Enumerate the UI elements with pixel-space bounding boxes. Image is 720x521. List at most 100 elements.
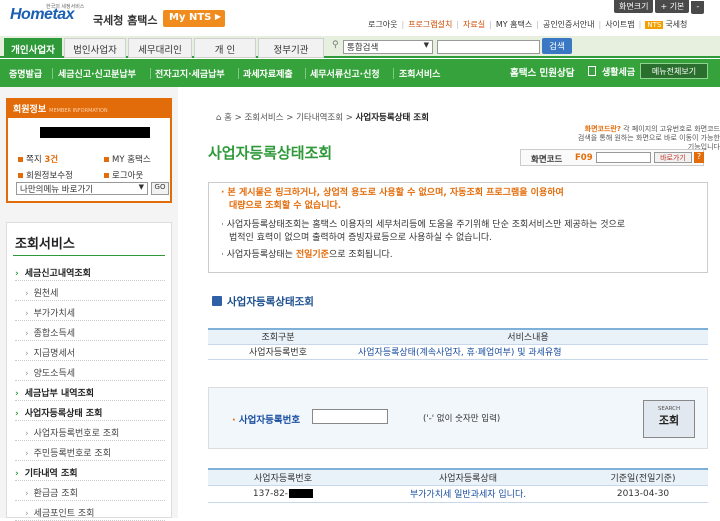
- breadcrumb-home[interactable]: 홈: [224, 113, 232, 123]
- archive-link[interactable]: 자료실: [463, 20, 485, 29]
- sidebar-item[interactable]: 부가가치세: [15, 302, 165, 321]
- hometax-logo[interactable]: Hometax 한국의 세정서비스: [10, 4, 88, 30]
- menu-e-notice[interactable]: 전자고지·세금납부: [155, 67, 225, 80]
- search-scope-select[interactable]: 통합검색 ▼: [343, 40, 433, 54]
- business-number-prefix: 137-82-: [252, 488, 289, 499]
- menu-tax-filing[interactable]: 세금신고·신고분납부: [58, 67, 136, 80]
- menu-certificate[interactable]: 증명발급: [9, 67, 42, 80]
- notice-info-3-highlight: 전일기준: [295, 250, 329, 260]
- sidebar-item[interactable]: 양도소득세: [15, 362, 165, 381]
- tab-government[interactable]: 정부기관: [258, 38, 324, 58]
- notes-count: 3건: [44, 155, 59, 165]
- chevron-down-icon: ▼: [423, 41, 429, 49]
- service-info-table: 조회구분 서비스내용 사업자등록번호 사업자등록상태(계속사업자, 휴·폐업여부…: [208, 328, 708, 360]
- zoom-in-button[interactable]: + 기본: [655, 0, 690, 13]
- service-menu-bar: 증명발급 세금신고·신고분납부 전자고지·세금납부 과세자료제출 세무서류신고·…: [0, 59, 720, 87]
- sidebar-item[interactable]: 지급명세서: [15, 342, 165, 361]
- sidebar-category[interactable]: 사업자등록상태 조회: [15, 402, 165, 421]
- tab-individual-business[interactable]: 개인사업자: [4, 38, 62, 58]
- sidebar-item[interactable]: 종합소득세: [15, 322, 165, 341]
- hometax-consult-link[interactable]: 홈택스 민원상담: [510, 65, 575, 79]
- bullet-icon: [18, 157, 23, 162]
- arrow-right-icon: ▶: [214, 12, 221, 21]
- logo-tagline: 한국의 세정서비스: [46, 4, 85, 10]
- bullet-icon: [104, 157, 109, 162]
- cert-guide-link[interactable]: 공인인증서안내: [543, 20, 595, 29]
- help-icon[interactable]: ?: [694, 152, 704, 163]
- edit-member-link[interactable]: 회원정보수정: [18, 169, 73, 181]
- screen-code-help-title: 화면코드란?: [584, 125, 621, 133]
- menu-inquiry[interactable]: 조회서비스: [399, 67, 440, 80]
- my-hometax-side-link[interactable]: MY 홈택스: [104, 153, 151, 165]
- member-info-subtitle: MEMBER INFORMATION: [49, 108, 108, 114]
- program-install-link[interactable]: 프로그램설치: [408, 20, 452, 29]
- search-form: · 사업자등록번호 ('-' 없이 숫자만 입력) SEARCH 조회: [208, 387, 708, 449]
- member-info-title: 회원정보: [13, 105, 47, 115]
- book-icon: [212, 296, 222, 306]
- tab-tax-agent[interactable]: 세무대리인: [128, 38, 192, 58]
- required-marker: ·: [232, 415, 236, 426]
- sidebar-item[interactable]: 세금포인트 조회: [15, 502, 165, 521]
- screen-code-help-text: 각 페이지의 고유번호로 화면코드: [623, 125, 720, 133]
- inquiry-button-ko: 조회: [658, 414, 680, 427]
- breadcrumb-current: 사업자등록상태 조회: [355, 113, 429, 123]
- table-row: 137-82- 부가가치세 일반과세자 입니다. 2013-04-30: [208, 485, 708, 503]
- sidebar-item[interactable]: 환급금 조회: [15, 482, 165, 501]
- notice-info-3-pre: · 사업자등록상태는: [221, 250, 296, 260]
- search-input[interactable]: [437, 40, 540, 54]
- notes-link[interactable]: 쪽지 3건: [18, 153, 58, 165]
- life-tax-link[interactable]: 생활세금: [602, 65, 635, 78]
- table-header: 사업자등록상태: [358, 469, 578, 486]
- table-cell: 사업자등록상태(계속사업자, 휴·폐업여부) 및 과세유형: [348, 344, 708, 360]
- table-cell: 사업자등록번호: [208, 344, 348, 360]
- menu-doc-apply[interactable]: 세무서류신고·신청: [310, 67, 380, 80]
- business-number-input[interactable]: [312, 409, 388, 424]
- screen-code-input[interactable]: [596, 152, 651, 163]
- top-bar: Hometax 한국의 세정서비스 국세청 홈택스 My NTS ▶ 화면크기 +…: [0, 0, 720, 36]
- quick-menu-select[interactable]: 나만의메뉴 바로가기 ▼: [16, 182, 148, 195]
- my-nts-button[interactable]: My NTS ▶: [163, 10, 225, 27]
- menu-data-submit[interactable]: 과세자료제출: [243, 67, 293, 80]
- search-button[interactable]: 검색: [542, 38, 572, 54]
- nts-link[interactable]: 국세청: [665, 20, 687, 29]
- table-header: 조회구분: [208, 329, 348, 345]
- quick-menu-value: 나만의메뉴 바로가기: [20, 185, 94, 195]
- screen-code-help: 화면코드란? 각 페이지의 고유번호로 화면코드 검색을 통해 원하는 화면으로…: [570, 125, 720, 152]
- tab-personal[interactable]: 개 인: [194, 38, 256, 58]
- side-logout-label: 로그아웃: [112, 171, 144, 181]
- sidebar-item[interactable]: 사업자등록번호로 조회: [15, 422, 165, 441]
- notes-label: 쪽지: [26, 155, 42, 165]
- search-scope-value: 통합검색: [347, 43, 379, 53]
- breadcrumb-other[interactable]: 기타내역조회: [296, 113, 343, 123]
- tab-corporate[interactable]: 법인사업자: [64, 38, 126, 58]
- section-title: 사업자등록상태조회: [227, 296, 314, 308]
- logout-link[interactable]: 로그아웃: [368, 20, 397, 29]
- sidebar-title: 조회서비스: [15, 237, 75, 252]
- breadcrumb-inquiry[interactable]: 조회서비스: [244, 113, 283, 123]
- home-icon[interactable]: ⌂: [216, 113, 221, 123]
- my-hometax-link[interactable]: MY 홈택스: [496, 20, 532, 29]
- quick-menu-go-button[interactable]: GO: [151, 182, 169, 195]
- zoom-out-button[interactable]: -: [691, 1, 705, 14]
- sidebar-category[interactable]: 기타내역 조회: [15, 462, 165, 481]
- sidebar-category[interactable]: 세금납부 내역조회: [15, 382, 165, 401]
- all-menu-button[interactable]: 메뉴전체보기: [640, 63, 708, 79]
- notice-info-3-post: 으로 조회됩니다.: [328, 250, 393, 260]
- sidebar-item[interactable]: 원천세: [15, 282, 165, 301]
- top-links: 로그아웃 | 프로그램설치 | 자료실 | MY 홈택스 | 공인인증서안내 | 사이트맵 | NTS 국…: [368, 20, 688, 29]
- screen-code-go-button[interactable]: 바로가기: [654, 152, 692, 163]
- phone-icon: [588, 66, 596, 76]
- screen-code-value: F09: [575, 153, 593, 163]
- sitemap-link[interactable]: 사이트맵: [605, 20, 634, 29]
- redacted-user-name: [40, 127, 150, 138]
- my-nts-label: My NTS: [169, 12, 212, 23]
- page-title: 사업자등록상태조회: [208, 144, 333, 162]
- side-logout-link[interactable]: 로그아웃: [104, 169, 143, 181]
- sidebar-item[interactable]: 주민등록번호로 조회: [15, 442, 165, 461]
- bullet-icon: [18, 173, 23, 178]
- date-cell: 2013-04-30: [578, 485, 708, 503]
- notice-info-1: · 사업자등록상태조회는 홈택스 이용자의 세무처리등에 도움을 주기위해 단순…: [221, 220, 626, 230]
- sidebar-category[interactable]: 세금신고내역조회: [15, 262, 165, 281]
- member-info-box: 회원정보 MEMBER INFORMATION 쪽지 3건 MY 홈택스 회원정보…: [6, 98, 172, 203]
- inquiry-button[interactable]: SEARCH 조회: [643, 400, 695, 438]
